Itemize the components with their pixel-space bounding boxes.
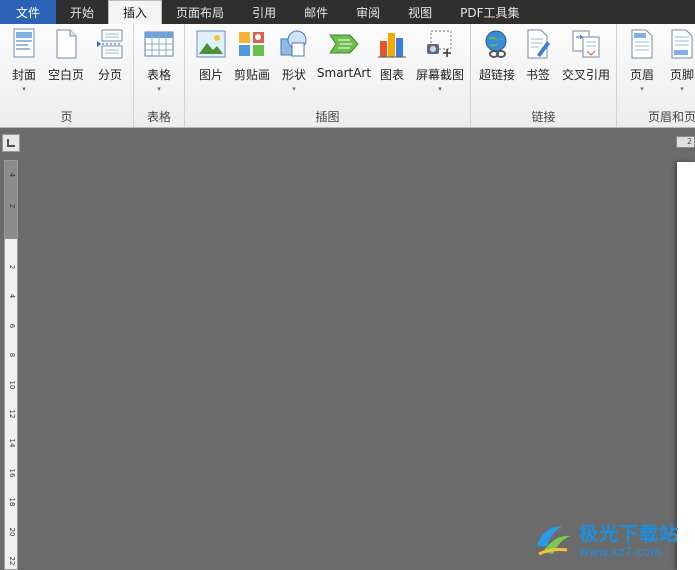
chevron-down-icon: ▾ xyxy=(680,85,684,93)
ruler-label: 8 xyxy=(8,352,16,358)
ruler-label: 22 xyxy=(8,556,16,566)
hyperlink-icon xyxy=(481,28,513,60)
screenshot-icon xyxy=(424,28,456,60)
clip-art-button[interactable]: 剪贴画 xyxy=(232,28,272,104)
chevron-down-icon: ▾ xyxy=(22,85,26,93)
group-label-tables: 表格 xyxy=(146,110,171,124)
tab-pdf-tools[interactable]: PDF工具集 xyxy=(446,0,533,24)
chevron-down-icon: ▾ xyxy=(438,85,442,93)
blank-page-icon xyxy=(50,28,82,60)
group-tables: 表格 ▾ 表格 xyxy=(134,24,185,127)
watermark-name: 极光下载站 xyxy=(579,523,680,545)
tab-mailings[interactable]: 邮件 xyxy=(290,0,342,24)
header-label: 页眉 xyxy=(629,68,654,82)
vertical-ruler[interactable]: 4 2 2 4 6 8 10 12 14 16 18 20 22 xyxy=(4,160,18,570)
chart-button[interactable]: 图表 xyxy=(377,28,407,104)
chevron-down-icon: ▾ xyxy=(157,85,161,93)
cover-page-button[interactable]: 封面 ▾ xyxy=(6,28,42,104)
tab-references[interactable]: 引用 xyxy=(238,0,290,24)
table-icon xyxy=(143,28,175,60)
picture-button[interactable]: 图片 xyxy=(193,28,229,104)
page-break-icon xyxy=(94,28,126,60)
bookmark-icon xyxy=(522,28,554,60)
cross-reference-icon xyxy=(570,28,602,60)
bookmark-button[interactable]: 书签 xyxy=(523,28,553,104)
shapes-button[interactable]: 形状 ▾ xyxy=(277,28,311,104)
table-button[interactable]: 表格 ▾ xyxy=(141,28,177,104)
group-links: 超链接 书签 交叉引用 链接 xyxy=(471,24,617,127)
hyperlink-button[interactable]: 超链接 xyxy=(477,28,517,104)
blank-page-button[interactable]: 空白页 xyxy=(46,28,86,104)
footer-icon xyxy=(666,28,695,60)
picture-icon xyxy=(195,28,227,60)
clip-art-icon xyxy=(236,28,268,60)
bookmark-label: 书签 xyxy=(525,68,550,82)
tab-page-layout[interactable]: 页面布局 xyxy=(162,0,238,24)
cover-page-icon xyxy=(8,28,40,60)
ruler-label: 18 xyxy=(8,497,16,507)
page-break-label: 分页 xyxy=(97,68,122,82)
ruler-label: 2 xyxy=(8,264,16,270)
screenshot-label: 屏幕截图 xyxy=(415,68,464,82)
ribbon: 封面 ▾ 空白页 分页 页 表格 ▾ 表格 图片 剪贴画 形状 ▾ SmartA… xyxy=(0,24,695,128)
ruler-label: 16 xyxy=(8,468,16,478)
ruler-label: 10 xyxy=(8,380,16,390)
ruler-label: 14 xyxy=(8,438,16,448)
chart-icon xyxy=(376,28,408,60)
group-header-footer: 页眉 ▾ 页脚 ▾ 页眉和页 xyxy=(617,24,695,127)
header-button[interactable]: 页眉 ▾ xyxy=(625,28,659,104)
ribbon-tab-bar: 文件 开始 插入 页面布局 引用 邮件 审阅 视图 PDF工具集 xyxy=(0,0,695,24)
watermark-url: www.xz7.com xyxy=(579,545,662,559)
tab-stop-icon xyxy=(7,139,15,147)
group-label-pages: 页 xyxy=(60,110,73,124)
cross-reference-button[interactable]: 交叉引用 xyxy=(559,28,613,104)
chevron-down-icon: ▾ xyxy=(640,85,644,93)
ruler-label: 4 xyxy=(8,293,16,299)
aurora-logo-icon xyxy=(533,520,573,563)
blank-page-label: 空白页 xyxy=(47,68,84,82)
page-break-button[interactable]: 分页 xyxy=(92,28,128,104)
tab-view[interactable]: 视图 xyxy=(394,0,446,24)
table-label: 表格 xyxy=(146,68,171,82)
shapes-label: 形状 xyxy=(281,68,306,82)
site-watermark: 极光下载站 www.xz7.com xyxy=(533,515,691,567)
group-pages: 封面 ▾ 空白页 分页 页 xyxy=(0,24,134,127)
picture-label: 图片 xyxy=(198,68,223,82)
tab-review[interactable]: 审阅 xyxy=(342,0,394,24)
smartart-button[interactable]: SmartArt xyxy=(315,28,373,104)
smartart-icon xyxy=(328,28,360,60)
document-page[interactable] xyxy=(677,162,695,570)
chart-label: 图表 xyxy=(379,68,404,82)
shapes-icon xyxy=(278,28,310,60)
tab-insert[interactable]: 插入 xyxy=(108,0,163,24)
horizontal-ruler-stub: 2 xyxy=(676,136,695,148)
header-icon xyxy=(626,28,658,60)
tab-home[interactable]: 开始 xyxy=(56,0,108,24)
cover-page-label: 封面 xyxy=(11,68,36,82)
clip-art-label: 剪贴画 xyxy=(233,68,270,82)
ruler-label: 12 xyxy=(8,409,16,419)
ruler-label: 20 xyxy=(8,527,16,537)
tab-file[interactable]: 文件 xyxy=(0,0,57,24)
hyperlink-label: 超链接 xyxy=(478,68,515,82)
group-label-links: 链接 xyxy=(531,110,556,124)
ruler-label: 2 xyxy=(8,203,16,209)
smartart-label: SmartArt xyxy=(316,66,372,80)
group-illustrations: 图片 剪贴画 形状 ▾ SmartArt 图表 屏幕截图 ▾ 插图 xyxy=(185,24,471,127)
cross-reference-label: 交叉引用 xyxy=(561,68,610,82)
screenshot-button[interactable]: 屏幕截图 ▾ xyxy=(414,28,466,104)
group-label-illustrations: 插图 xyxy=(315,110,340,124)
ruler-label: 4 xyxy=(8,172,16,178)
footer-button[interactable]: 页脚 ▾ xyxy=(665,28,695,104)
ruler-label: 6 xyxy=(8,323,16,329)
group-label-header-footer: 页眉和页 xyxy=(647,110,695,124)
footer-label: 页脚 xyxy=(669,68,694,82)
ruler-toggle-button[interactable] xyxy=(2,134,20,152)
chevron-down-icon: ▾ xyxy=(292,85,296,93)
